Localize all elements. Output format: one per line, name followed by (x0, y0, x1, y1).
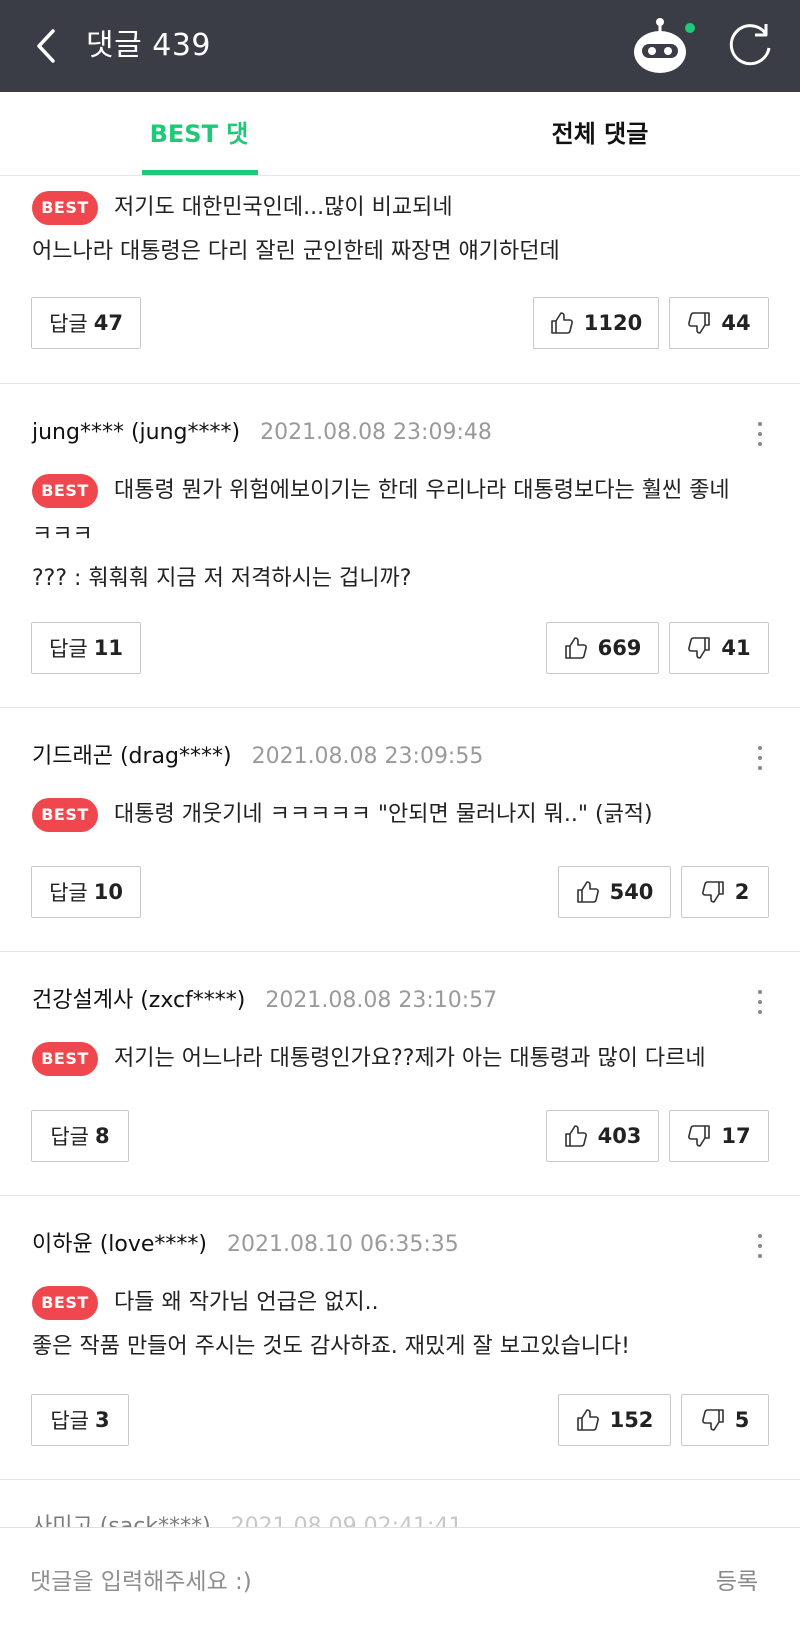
dislike-button[interactable]: 2 (681, 866, 769, 918)
thumbs-down-icon (701, 881, 724, 903)
comment-line: 다들 왜 작가님 언급은 없지.. (114, 1290, 379, 1315)
dislike-button[interactable]: 5 (681, 1394, 769, 1446)
reply-button[interactable]: 답글 3 (31, 1394, 129, 1446)
thumbs-down-icon (688, 1125, 711, 1147)
thumbs-down-icon (688, 312, 711, 334)
thumbs-up-icon (564, 1125, 587, 1147)
like-button[interactable]: 403 (546, 1110, 659, 1162)
thumbs-up-icon (576, 881, 599, 903)
comment-line: 저기는 어느나라 대통령인가요??제가 아는 대통령과 많이 다르네 (114, 1046, 706, 1071)
dislike-button[interactable]: 17 (669, 1110, 769, 1162)
comment-meta: jung**** (jung****) 2021.08.08 23:09:48 (32, 416, 492, 450)
comment-line: 저기도 대한민국인데...많이 비교되네 (114, 195, 453, 220)
like-button[interactable]: 1120 (533, 297, 659, 349)
comment-text: 대통령 뭔가 위험에보이기는 한데 우리나라 대통령보다는 훨씬 좋네 ㅋㅋㅋ … (32, 469, 752, 601)
comment-item: 건강설계사 (zxcf****) 2021.08.08 23:10:57 BEST… (0, 952, 800, 1196)
thumbs-up-icon (550, 312, 573, 334)
comment-date: 2021.08.10 06:35:35 (227, 1232, 459, 1257)
comment-text: 대통령 개웃기네 ㅋㅋㅋㅋㅋ "안되면 물러나지 뭐.." (긁적) (32, 793, 752, 837)
robot-icon (634, 18, 695, 73)
more-options-button[interactable] (748, 414, 772, 454)
more-options-button[interactable] (748, 1226, 772, 1266)
comment-author[interactable]: 이하윤 (love****) (32, 1232, 207, 1257)
comment-input-bar: 등록 (0, 1527, 800, 1635)
comment-item: jung**** (jung****) 2021.08.08 23:09:48 B… (0, 384, 800, 708)
page-title: 댓글 439 (86, 28, 211, 63)
tab-best-comments[interactable]: BEST 댓글 (140, 92, 258, 232)
tab-all-comments[interactable]: 전체 댓글 (530, 92, 670, 176)
more-options-button[interactable] (748, 982, 772, 1022)
comment-tabs: BEST 댓글 전체 댓글 (0, 92, 800, 232)
comment-line: ㅋㅋㅋ (32, 522, 93, 547)
comment-text: 저기는 어느나라 대통령인가요??제가 아는 대통령과 많이 다르네 (32, 1037, 752, 1081)
more-options-button[interactable] (748, 738, 772, 778)
thumbs-up-icon (564, 637, 587, 659)
comment-text: 다들 왜 작가님 언급은 없지.. 좋은 작품 만들어 주시는 것도 감사하죠.… (32, 1281, 752, 1369)
reply-button[interactable]: 답글 8 (31, 1110, 129, 1162)
thumbs-down-icon (688, 637, 711, 659)
comment-item: 이하윤 (love****) 2021.08.10 06:35:35 BEST 다… (0, 1196, 800, 1480)
comment-item: 기드래곤 (drag****) 2021.08.08 23:09:55 BEST … (0, 708, 800, 952)
comment-text: 저기도 대한민국인데...많이 비교되네 어느나라 대통령은 다리 잘린 군인한… (32, 186, 752, 274)
comment-input[interactable] (30, 1554, 650, 1610)
bot-button[interactable] (630, 14, 698, 78)
dislike-button[interactable]: 44 (669, 297, 769, 349)
comment-line: ??? : 훠훠훠 지금 저 저격하시는 겁니까? (32, 566, 412, 591)
comment-line: 좋은 작품 만들어 주시는 것도 감사하죠. 재밌게 잘 보고있습니다! (32, 1334, 630, 1359)
refresh-icon (729, 24, 771, 66)
chevron-left-icon (37, 29, 55, 63)
reply-button[interactable]: 답글 47 (31, 297, 141, 349)
like-button[interactable]: 152 (558, 1394, 671, 1446)
comment-author[interactable]: jung**** (jung****) (32, 420, 240, 445)
comment-item: BEST 저기도 대한민국인데...많이 비교되네 어느나라 대통령은 다리 잘… (0, 177, 800, 384)
comment-author[interactable]: 기드래곤 (drag****) (32, 744, 232, 769)
reply-button[interactable]: 답글 10 (31, 866, 141, 918)
back-button[interactable] (22, 22, 70, 70)
comment-meta: 이하윤 (love****) 2021.08.10 06:35:35 (32, 1228, 459, 1262)
comment-meta: 기드래곤 (drag****) 2021.08.08 23:09:55 (32, 740, 483, 774)
comment-line: 대통령 개웃기네 ㅋㅋㅋㅋㅋ "안되면 물러나지 뭐.." (긁적) (114, 802, 653, 827)
thumbs-up-icon (576, 1409, 599, 1431)
like-button[interactable]: 540 (558, 866, 671, 918)
refresh-button[interactable] (724, 20, 776, 72)
comment-date: 2021.08.08 23:09:48 (260, 420, 492, 445)
comment-author[interactable]: 건강설계사 (zxcf****) (32, 988, 245, 1013)
submit-button[interactable]: 등록 (702, 1558, 772, 1606)
comment-line: 어느나라 대통령은 다리 잘린 군인한테 짜장면 얘기하던데 (32, 239, 560, 264)
comment-line: 대통령 뭔가 위험에보이기는 한데 우리나라 대통령보다는 훨씬 좋네 (114, 478, 730, 503)
comment-meta: 건강설계사 (zxcf****) 2021.08.08 23:10:57 (32, 984, 497, 1018)
like-button[interactable]: 669 (546, 622, 659, 674)
app-header: 댓글 439 (0, 0, 800, 92)
comment-date: 2021.08.08 23:10:57 (265, 988, 498, 1013)
dislike-button[interactable]: 41 (669, 622, 769, 674)
thumbs-down-icon (701, 1409, 724, 1431)
comment-date: 2021.08.08 23:09:55 (251, 744, 484, 769)
active-tab-indicator (142, 170, 258, 175)
reply-button[interactable]: 답글 11 (31, 622, 141, 674)
